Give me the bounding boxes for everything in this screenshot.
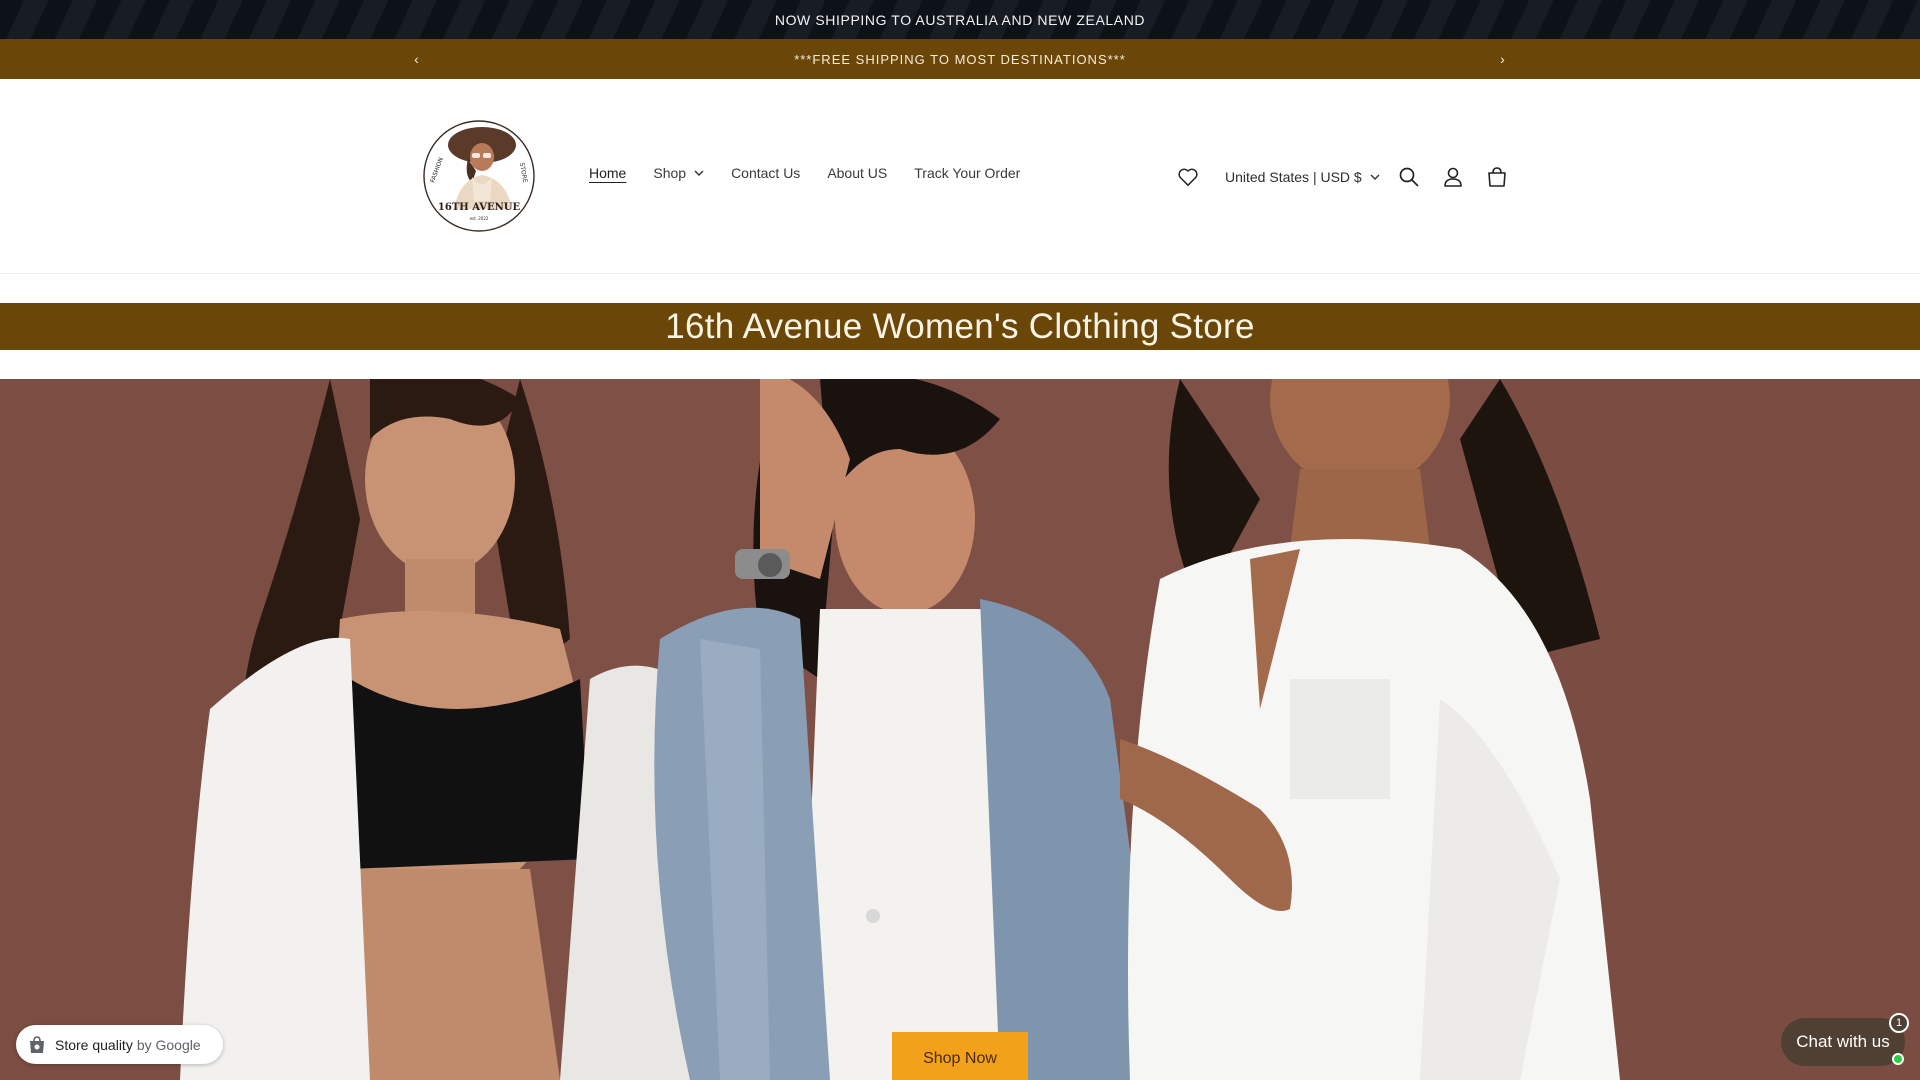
- chevron-down-icon: [1370, 173, 1380, 184]
- announcement-text: NOW SHIPPING TO AUSTRALIA AND NEW ZEALAN…: [774, 11, 1146, 28]
- site-header: 16TH AVENUE est. 2022 FASHION STORE Home…: [0, 79, 1920, 274]
- wishlist-button[interactable]: [1173, 162, 1203, 192]
- search-button[interactable]: [1394, 162, 1424, 192]
- logo-est-text: est. 2022: [470, 216, 489, 221]
- chevron-left-icon[interactable]: ‹: [407, 49, 427, 69]
- chat-button[interactable]: Chat with us: [1781, 1018, 1905, 1066]
- shop-now-label: Shop Now: [923, 1050, 997, 1067]
- heart-icon: [1178, 168, 1198, 186]
- nav-item-label: Shop: [653, 165, 687, 181]
- chat-unread-count: 1: [1895, 1017, 1903, 1029]
- cart-button[interactable]: [1482, 162, 1512, 192]
- header-tools: United States | USD $: [1173, 162, 1512, 192]
- chevron-right-icon[interactable]: ›: [1493, 49, 1513, 69]
- page-title: 16th Avenue Women's Clothing Store: [665, 306, 1255, 346]
- nav-item-track-order[interactable]: Track Your Order: [914, 165, 1020, 181]
- nav-item-label: Contact Us: [731, 165, 801, 181]
- chat-unread-badge: 1: [1889, 1013, 1909, 1033]
- store-title-band: 16th Avenue Women's Clothing Store: [0, 303, 1920, 350]
- nav-item-label: Home: [589, 165, 627, 181]
- announcement-bar: NOW SHIPPING TO AUSTRALIA AND NEW ZEALAN…: [0, 0, 1920, 39]
- cart-icon: [1487, 167, 1506, 187]
- nav-item-label: Track Your Order: [914, 165, 1021, 181]
- currency-selector[interactable]: United States | USD $: [1225, 169, 1380, 185]
- shopping-bag-icon: [30, 1035, 44, 1053]
- chevron-down-icon: [694, 169, 704, 180]
- search-icon: [1399, 167, 1419, 187]
- nav-item-home[interactable]: Home: [589, 165, 626, 181]
- hero-image: [0, 379, 1920, 1080]
- online-status-dot: [1892, 1053, 1904, 1065]
- account-button[interactable]: [1438, 162, 1468, 192]
- currency-label: United States | USD $: [1225, 169, 1362, 185]
- nav-item-shop[interactable]: Shop: [653, 165, 704, 181]
- store-logo[interactable]: 16TH AVENUE est. 2022 FASHION STORE: [420, 117, 538, 235]
- main-nav: Home Shop Contact Us About US Track Your…: [589, 165, 1047, 181]
- promo-text: ***FREE SHIPPING TO MOST DESTINATIONS***: [794, 51, 1126, 67]
- nav-item-contact[interactable]: Contact Us: [731, 165, 800, 181]
- shop-now-button[interactable]: Shop Now: [892, 1032, 1028, 1080]
- nav-item-label: About US: [827, 165, 888, 181]
- account-icon: [1443, 167, 1462, 187]
- promo-carousel-bar: ‹ ***FREE SHIPPING TO MOST DESTINATIONS*…: [0, 39, 1920, 79]
- badge-suffix: by Google: [136, 1036, 201, 1053]
- store-quality-badge[interactable]: Store quality by Google: [16, 1025, 223, 1064]
- hero-banner: [0, 379, 1920, 1080]
- logo-brand-text: 16TH AVENUE: [438, 202, 521, 213]
- chat-label: Chat with us: [1796, 1032, 1890, 1051]
- badge-label: Store quality: [55, 1036, 133, 1053]
- nav-item-about[interactable]: About US: [827, 165, 887, 181]
